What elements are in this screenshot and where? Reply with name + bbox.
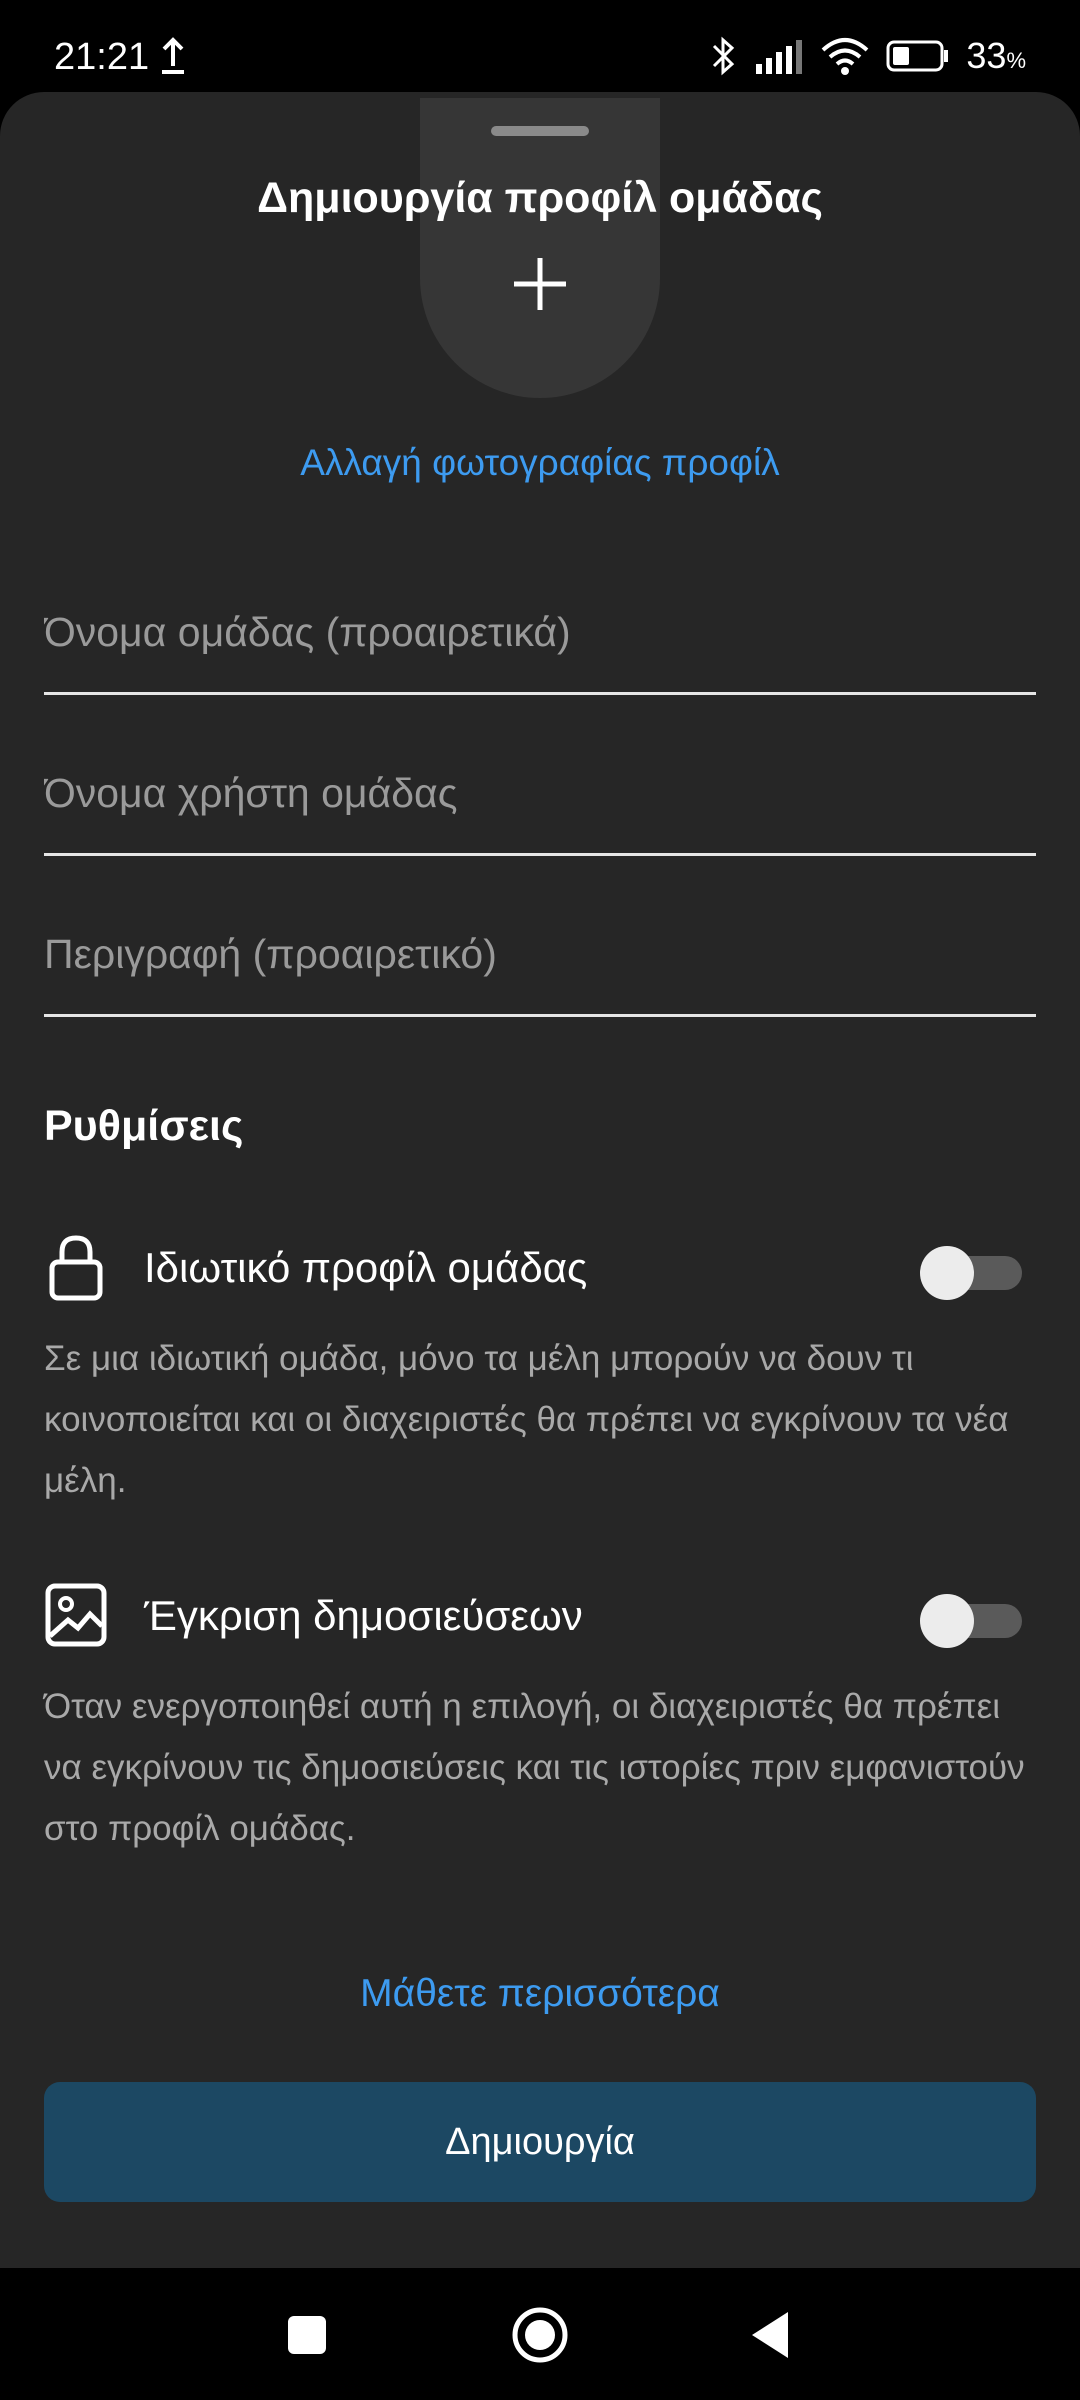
- post-approval-setting: Έγκριση δημοσιεύσεων: [44, 1580, 1036, 1660]
- image-icon: [45, 1583, 107, 1647]
- bluetooth-icon: [713, 36, 735, 76]
- lock-icon: [49, 1235, 103, 1301]
- post-approval-label: Έγκριση δημοσιεύσεων: [144, 1592, 583, 1639]
- group-username-field: [44, 733, 1036, 856]
- learn-more-link[interactable]: Μάθετε περισσότερα: [0, 1972, 1080, 2016]
- upload-icon: [162, 37, 184, 74]
- recent-apps-icon[interactable]: [272, 2300, 342, 2370]
- group-username-input[interactable]: [44, 763, 1036, 823]
- home-icon[interactable]: [505, 2300, 575, 2370]
- post-approval-description: Όταν ενεργοποιηθεί αυτή η επιλογή, οι δι…: [44, 1687, 1025, 1848]
- battery-icon: [886, 40, 949, 72]
- navigation-bar: [0, 2270, 1080, 2400]
- add-photo-icon[interactable]: [510, 254, 570, 314]
- status-icons: 33%: [710, 34, 1026, 78]
- description-field: [44, 894, 1036, 1017]
- drag-handle[interactable]: [491, 126, 589, 136]
- post-approval-toggle[interactable]: [920, 1594, 1024, 1648]
- profile-photo-placeholder[interactable]: [420, 98, 660, 398]
- private-group-toggle[interactable]: [920, 1246, 1024, 1300]
- signal-icon: [756, 40, 803, 74]
- status-time: 21:21: [54, 36, 150, 78]
- back-icon[interactable]: [738, 2300, 808, 2370]
- battery-percent: 33%: [966, 35, 1026, 76]
- toggle-knob: [920, 1594, 974, 1648]
- change-profile-photo-link[interactable]: Αλλαγή φωτογραφίας προφίλ: [0, 442, 1080, 484]
- description-input[interactable]: [44, 924, 1036, 984]
- create-button[interactable]: Δημιουργία: [44, 2082, 1036, 2202]
- toggle-knob: [920, 1246, 974, 1300]
- status-bar: 21:21 33%: [0, 0, 1080, 90]
- group-name-input[interactable]: [44, 602, 1036, 662]
- create-group-sheet: Δημιουργία προφίλ ομάδας Αλλαγή φωτογραφ…: [0, 92, 1080, 2268]
- wifi-icon: [822, 38, 869, 75]
- sheet-title: Δημιουργία προφίλ ομάδας: [257, 174, 823, 222]
- group-name-field: [44, 572, 1036, 695]
- settings-heading: Ρυθμίσεις: [44, 1102, 244, 1150]
- private-group-description: Σε μια ιδιωτική ομάδα, μόνο τα μέλη μπορ…: [44, 1339, 1009, 1500]
- private-group-label: Ιδιωτικό προφίλ ομάδας: [144, 1244, 588, 1291]
- private-group-setting: Ιδιωτικό προφίλ ομάδας: [44, 1232, 1036, 1312]
